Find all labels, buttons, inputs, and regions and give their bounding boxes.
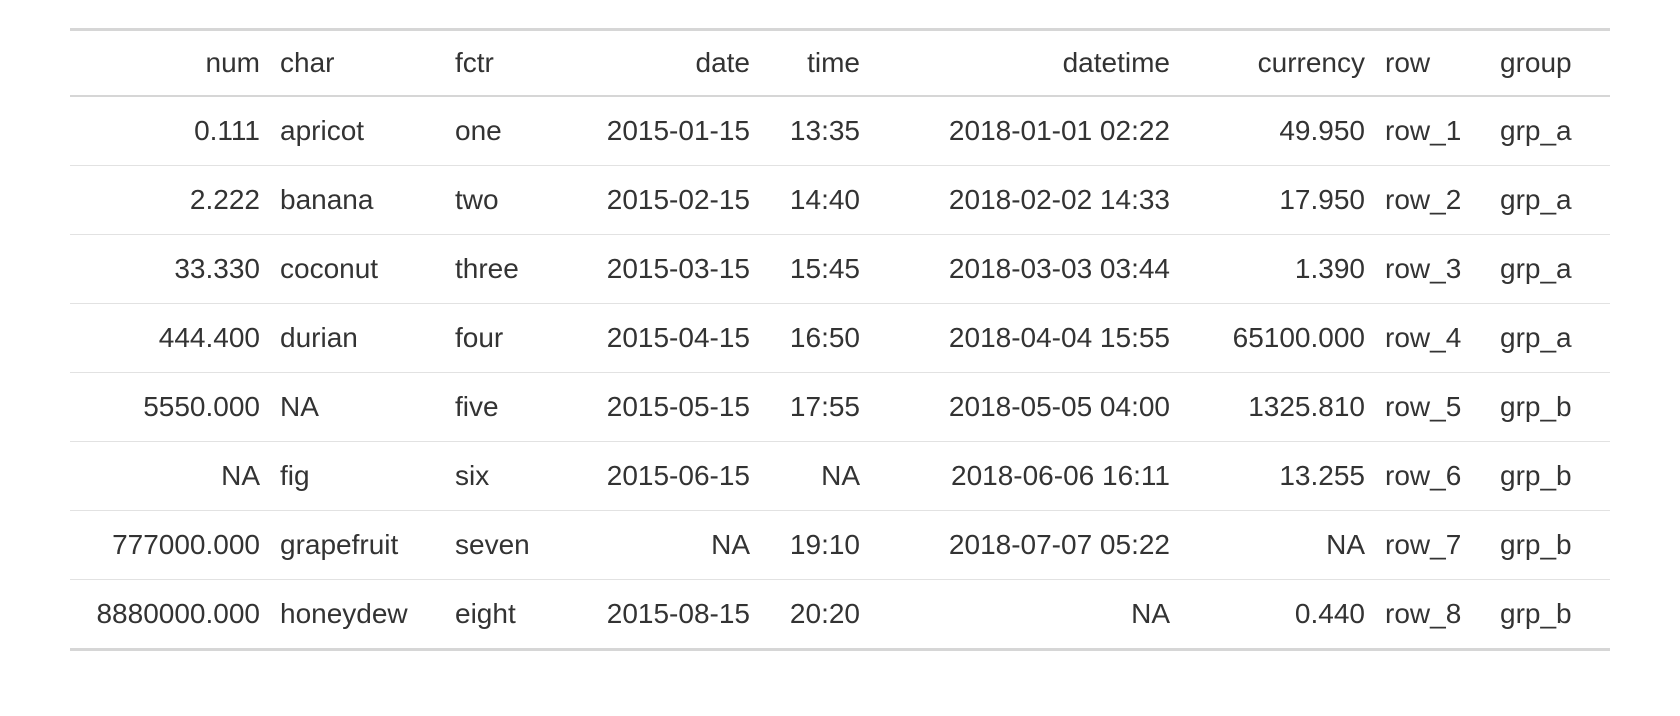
cell-group: grp_b — [1490, 373, 1610, 442]
col-header-group: group — [1490, 30, 1610, 97]
cell-num: 777000.000 — [70, 511, 270, 580]
cell-date: 2015-02-15 — [550, 166, 760, 235]
table-row: 2.222bananatwo2015-02-1514:402018-02-02 … — [70, 166, 1610, 235]
cell-currency: NA — [1180, 511, 1375, 580]
cell-date: 2015-08-15 — [550, 580, 760, 650]
cell-group: grp_b — [1490, 442, 1610, 511]
col-header-row: row — [1375, 30, 1490, 97]
col-header-fctr: fctr — [445, 30, 550, 97]
cell-currency: 1325.810 — [1180, 373, 1375, 442]
cell-date: 2015-06-15 — [550, 442, 760, 511]
cell-group: grp_b — [1490, 580, 1610, 650]
cell-fctr: three — [445, 235, 550, 304]
table-container: num char fctr date time datetime currenc… — [0, 0, 1680, 651]
cell-fctr: four — [445, 304, 550, 373]
cell-time: 16:50 — [760, 304, 870, 373]
cell-currency: 17.950 — [1180, 166, 1375, 235]
table-row: 0.111apricotone2015-01-1513:352018-01-01… — [70, 96, 1610, 166]
cell-char: grapefruit — [270, 511, 445, 580]
cell-num: 2.222 — [70, 166, 270, 235]
table-row: 777000.000grapefruitsevenNA19:102018-07-… — [70, 511, 1610, 580]
cell-num: NA — [70, 442, 270, 511]
cell-num: 33.330 — [70, 235, 270, 304]
cell-row: row_3 — [1375, 235, 1490, 304]
cell-fctr: seven — [445, 511, 550, 580]
cell-num: 5550.000 — [70, 373, 270, 442]
cell-char: fig — [270, 442, 445, 511]
data-table: num char fctr date time datetime currenc… — [70, 28, 1610, 651]
cell-fctr: five — [445, 373, 550, 442]
col-header-date: date — [550, 30, 760, 97]
cell-datetime: 2018-04-04 15:55 — [870, 304, 1180, 373]
table-row: 8880000.000honeydeweight2015-08-1520:20N… — [70, 580, 1610, 650]
cell-datetime: 2018-02-02 14:33 — [870, 166, 1180, 235]
cell-datetime: 2018-05-05 04:00 — [870, 373, 1180, 442]
cell-date: 2015-03-15 — [550, 235, 760, 304]
cell-currency: 1.390 — [1180, 235, 1375, 304]
cell-time: 13:35 — [760, 96, 870, 166]
table-row: 33.330coconutthree2015-03-1515:452018-03… — [70, 235, 1610, 304]
cell-group: grp_a — [1490, 235, 1610, 304]
cell-char: banana — [270, 166, 445, 235]
cell-group: grp_a — [1490, 166, 1610, 235]
col-header-char: char — [270, 30, 445, 97]
cell-time: 19:10 — [760, 511, 870, 580]
table-row: 5550.000NAfive2015-05-1517:552018-05-05 … — [70, 373, 1610, 442]
cell-group: grp_a — [1490, 304, 1610, 373]
cell-date: 2015-04-15 — [550, 304, 760, 373]
cell-fctr: two — [445, 166, 550, 235]
cell-num: 0.111 — [70, 96, 270, 166]
cell-fctr: one — [445, 96, 550, 166]
cell-time: 14:40 — [760, 166, 870, 235]
cell-num: 444.400 — [70, 304, 270, 373]
cell-fctr: eight — [445, 580, 550, 650]
cell-currency: 13.255 — [1180, 442, 1375, 511]
cell-currency: 0.440 — [1180, 580, 1375, 650]
cell-fctr: six — [445, 442, 550, 511]
cell-date: 2015-05-15 — [550, 373, 760, 442]
cell-datetime: NA — [870, 580, 1180, 650]
cell-time: 20:20 — [760, 580, 870, 650]
cell-num: 8880000.000 — [70, 580, 270, 650]
cell-date: NA — [550, 511, 760, 580]
cell-row: row_2 — [1375, 166, 1490, 235]
table-body: 0.111apricotone2015-01-1513:352018-01-01… — [70, 96, 1610, 650]
cell-char: honeydew — [270, 580, 445, 650]
cell-group: grp_b — [1490, 511, 1610, 580]
cell-row: row_8 — [1375, 580, 1490, 650]
cell-currency: 49.950 — [1180, 96, 1375, 166]
cell-row: row_5 — [1375, 373, 1490, 442]
cell-row: row_6 — [1375, 442, 1490, 511]
cell-date: 2015-01-15 — [550, 96, 760, 166]
cell-row: row_4 — [1375, 304, 1490, 373]
table-header-row: num char fctr date time datetime currenc… — [70, 30, 1610, 97]
cell-time: NA — [760, 442, 870, 511]
cell-datetime: 2018-03-03 03:44 — [870, 235, 1180, 304]
cell-char: coconut — [270, 235, 445, 304]
cell-time: 15:45 — [760, 235, 870, 304]
cell-currency: 65100.000 — [1180, 304, 1375, 373]
col-header-time: time — [760, 30, 870, 97]
cell-char: NA — [270, 373, 445, 442]
table-row: NAfigsix2015-06-15NA2018-06-06 16:1113.2… — [70, 442, 1610, 511]
col-header-num: num — [70, 30, 270, 97]
cell-datetime: 2018-01-01 02:22 — [870, 96, 1180, 166]
col-header-currency: currency — [1180, 30, 1375, 97]
cell-row: row_7 — [1375, 511, 1490, 580]
cell-time: 17:55 — [760, 373, 870, 442]
cell-datetime: 2018-06-06 16:11 — [870, 442, 1180, 511]
col-header-datetime: datetime — [870, 30, 1180, 97]
cell-char: durian — [270, 304, 445, 373]
cell-datetime: 2018-07-07 05:22 — [870, 511, 1180, 580]
cell-char: apricot — [270, 96, 445, 166]
cell-row: row_1 — [1375, 96, 1490, 166]
table-row: 444.400durianfour2015-04-1516:502018-04-… — [70, 304, 1610, 373]
cell-group: grp_a — [1490, 96, 1610, 166]
